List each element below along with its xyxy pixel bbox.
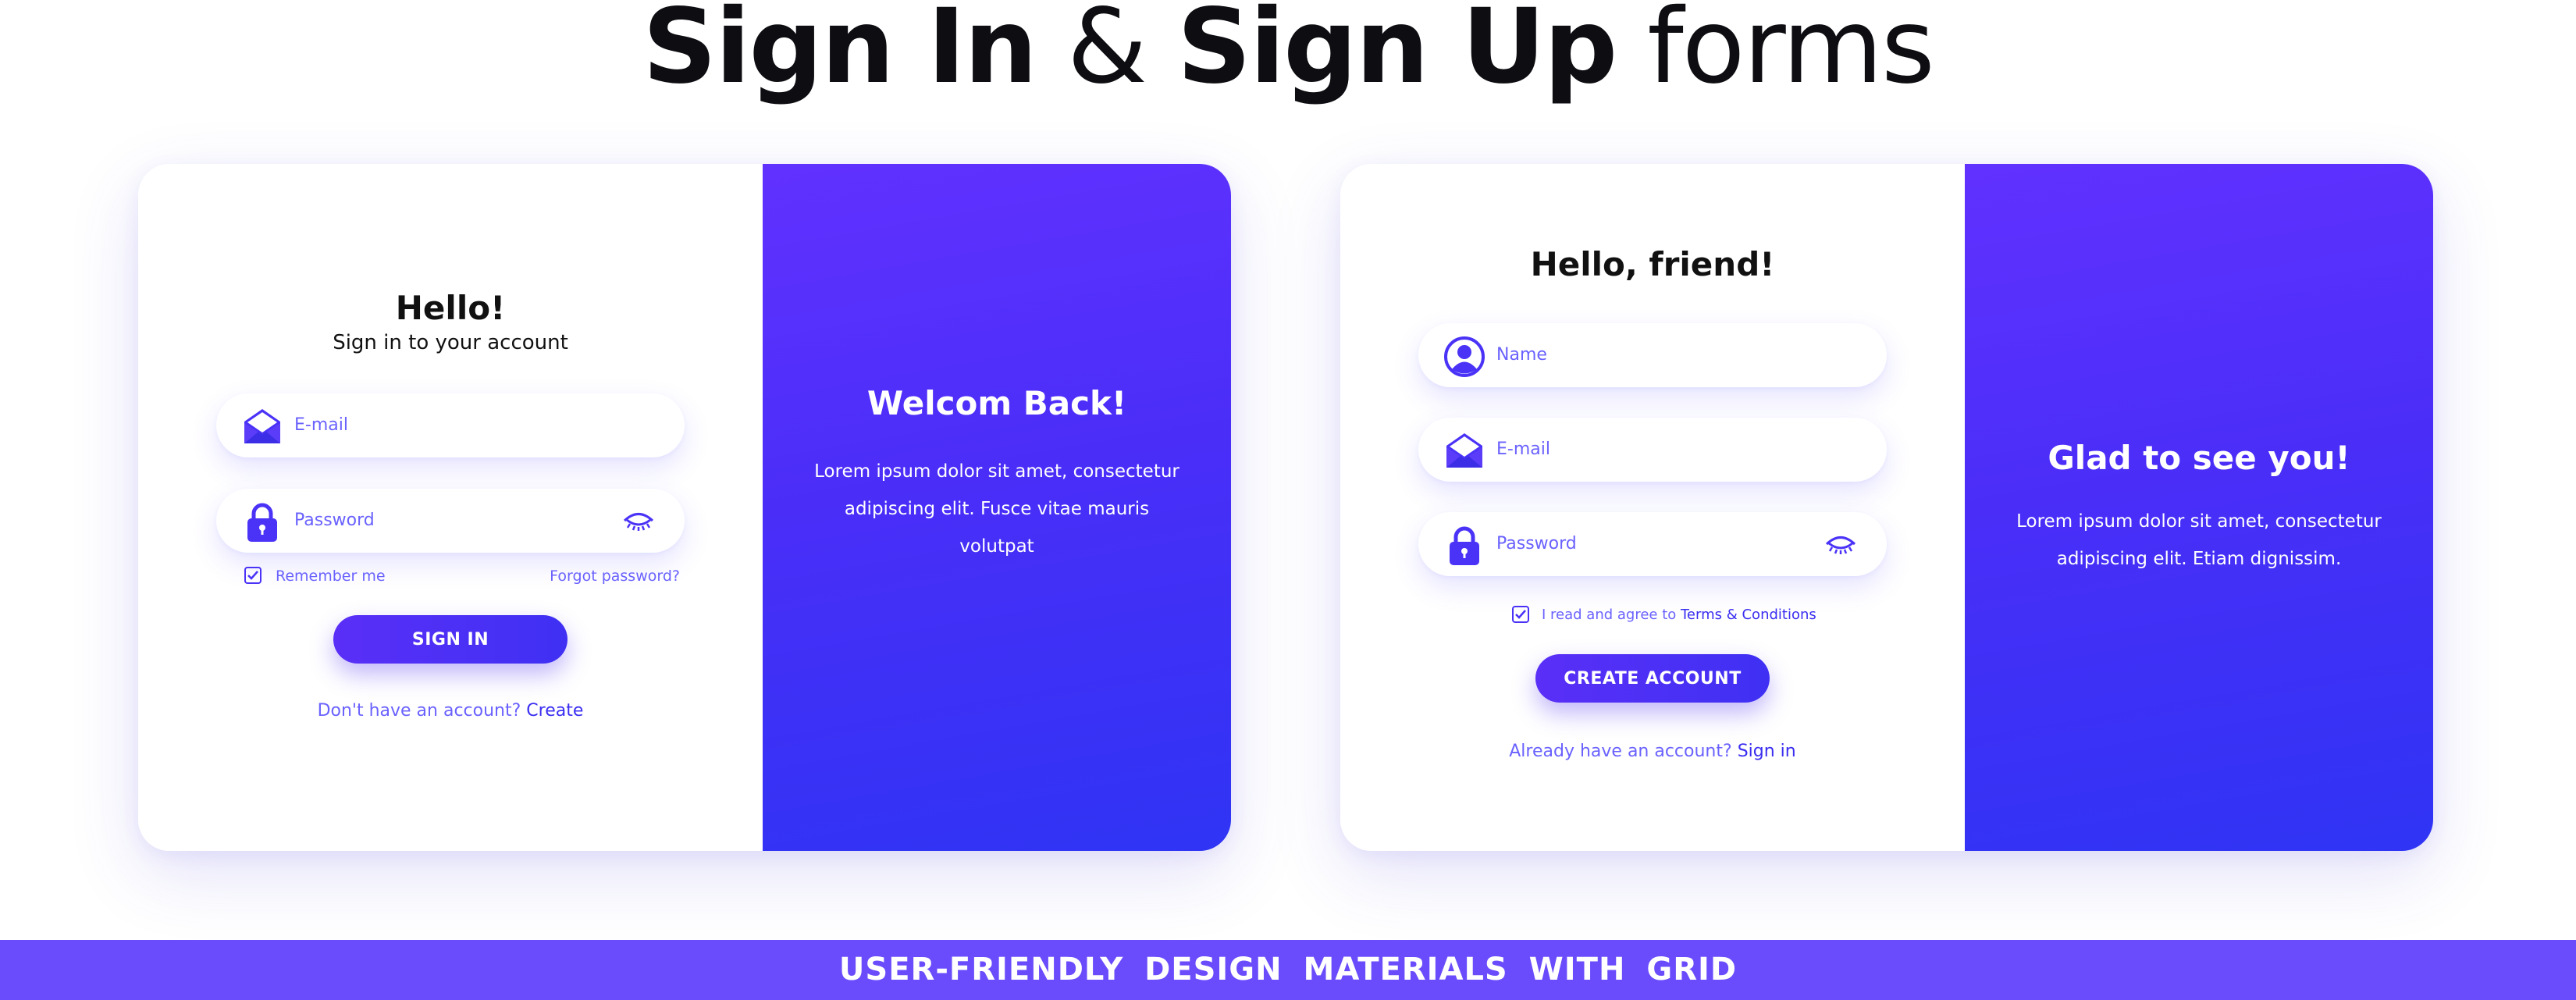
sign-up-form: Hello, friend! Name E-mail I read and ag… xyxy=(1340,164,1965,851)
terms-checkbox[interactable] xyxy=(1512,606,1529,623)
sign-in-password-field[interactable] xyxy=(216,489,685,553)
sign-in-card: Hello! Sign in to your account E-mail Re… xyxy=(138,164,1231,851)
eye-icon[interactable] xyxy=(622,509,655,532)
glad-to-see-text: Lorem ipsum dolor sit amet, consectetur … xyxy=(2016,511,2382,569)
terms-row: I read and agree to Terms & Conditions xyxy=(1340,605,1965,627)
lock-icon xyxy=(247,503,277,542)
lock-icon xyxy=(1450,526,1479,565)
terms-label: I read and agree to Terms & Conditions xyxy=(1542,607,1816,623)
sign-in-heading: Hello! xyxy=(395,289,506,327)
sign-in-link[interactable]: Sign in xyxy=(1738,742,1796,761)
sign-up-password-input[interactable] xyxy=(1496,512,1793,576)
user-icon xyxy=(1444,336,1485,377)
title-sign-up: Sign Up xyxy=(1176,0,1617,107)
sign-up-card: Hello, friend! Name E-mail I read and ag… xyxy=(1340,164,2433,851)
sign-up-name-field[interactable] xyxy=(1418,323,1887,387)
sign-in-email-input[interactable] xyxy=(294,393,591,457)
bottom-banner: USER-FRIENDLY DESIGN MATERIALS WITH GRID xyxy=(0,940,2576,1000)
sign-up-password-field[interactable] xyxy=(1418,512,1887,576)
title-ampersand: & xyxy=(1036,0,1177,107)
check-icon xyxy=(247,571,258,580)
terms-link[interactable]: Terms & Conditions xyxy=(1681,607,1816,623)
remember-label: Remember me xyxy=(276,568,386,585)
terms-text: I read and agree to xyxy=(1542,607,1681,623)
forgot-password-link[interactable]: Forgot password? xyxy=(550,568,680,585)
envelope-icon xyxy=(1446,433,1482,468)
remember-checkbox[interactable] xyxy=(244,567,262,584)
sign-in-prompt-text: Don't have an account? xyxy=(317,701,527,721)
sign-up-email-input[interactable] xyxy=(1496,418,1793,482)
sign-in-form: Hello! Sign in to your account E-mail Re… xyxy=(138,164,763,851)
sign-up-prompt-text: Already have an account? xyxy=(1509,742,1738,761)
welcome-back-text: Lorem ipsum dolor sit amet, consectetur … xyxy=(814,461,1179,557)
eye-icon[interactable] xyxy=(1824,532,1857,556)
envelope-icon xyxy=(244,409,280,443)
welcome-back-title: Welcom Back! xyxy=(866,384,1127,422)
title-forms: forms xyxy=(1616,0,1935,107)
sign-up-prompt: Already have an account? Sign in xyxy=(1340,742,1965,761)
page-title: Sign In & Sign Up forms xyxy=(0,0,2576,98)
sign-in-prompt: Don't have an account? Create xyxy=(138,701,763,721)
title-sign-in: Sign In xyxy=(642,0,1037,107)
sign-up-heading: Hello, friend! xyxy=(1530,245,1775,283)
welcome-back-panel: Welcom Back! Lorem ipsum dolor sit amet,… xyxy=(763,164,1231,851)
check-icon xyxy=(1515,610,1526,619)
sign-up-name-input[interactable] xyxy=(1496,323,1793,387)
create-account-button[interactable]: CREATE ACCOUNT xyxy=(1535,654,1770,703)
create-account-link[interactable]: Create xyxy=(526,701,583,721)
sign-in-email-field[interactable] xyxy=(216,393,685,457)
glad-to-see-title: Glad to see you! xyxy=(2048,439,2350,477)
glad-to-see-panel: Glad to see you! Lorem ipsum dolor sit a… xyxy=(1965,164,2433,851)
sign-in-subheading: Sign in to your account xyxy=(333,331,568,354)
sign-in-button[interactable]: SIGN IN xyxy=(333,615,568,664)
remember-row: Remember me Forgot password? xyxy=(138,566,763,588)
sign-in-password-input[interactable] xyxy=(294,489,591,553)
sign-up-email-field[interactable] xyxy=(1418,418,1887,482)
